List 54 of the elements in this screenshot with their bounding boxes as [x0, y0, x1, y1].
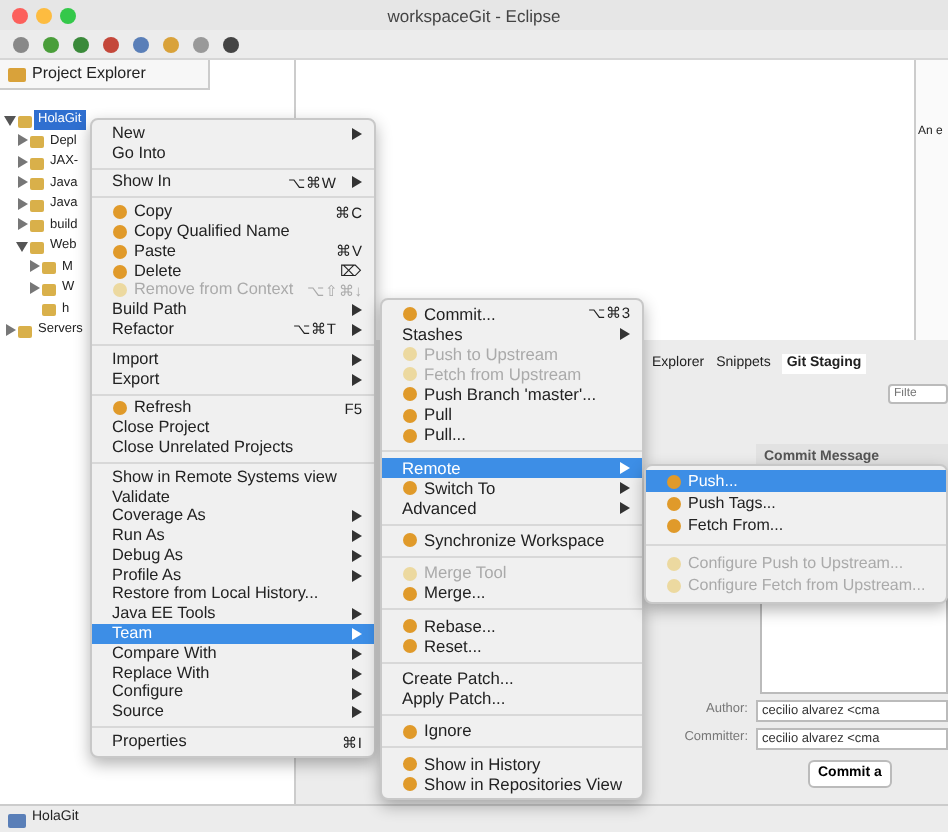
menu-item[interactable]: Push Tags...	[646, 492, 946, 516]
menu-item[interactable]: New	[92, 124, 374, 144]
menu-item[interactable]: Synchronize Workspace	[382, 530, 642, 551]
menu-item[interactable]: Pull...	[382, 425, 642, 446]
menu-item[interactable]: Push Branch 'master'...	[382, 384, 642, 405]
menu-item[interactable]: Validate	[92, 487, 374, 508]
collapsed-arrow-icon[interactable]	[28, 260, 40, 275]
menu-item[interactable]: Build Path	[92, 300, 374, 321]
menu-item[interactable]: Reset...	[382, 636, 642, 657]
menu-item[interactable]: Run As	[92, 526, 374, 547]
folder-icon	[8, 66, 26, 82]
collapsed-arrow-icon[interactable]	[16, 155, 28, 170]
expanded-arrow-icon[interactable]	[16, 239, 28, 254]
menu-item[interactable]: Import	[92, 349, 374, 370]
menu-item[interactable]: Show in Repositories View	[382, 774, 642, 795]
circle-icon[interactable]	[132, 35, 150, 53]
collapsed-arrow-icon[interactable]	[16, 134, 28, 149]
menu-item[interactable]: Close Unrelated Projects	[92, 438, 374, 458]
menu-item[interactable]: Show in History	[382, 754, 642, 775]
menu-item[interactable]: Apply Patch...	[382, 688, 642, 710]
menu-item[interactable]: Go Into	[92, 143, 374, 164]
project-icon	[8, 811, 26, 827]
menu-item[interactable]: Debug As	[92, 546, 374, 566]
menu-item[interactable]: Replace With	[92, 663, 374, 684]
menu-item[interactable]: Compare With	[92, 644, 374, 664]
menu-item[interactable]: Ignore	[382, 721, 642, 742]
project-explorer-tab[interactable]: Project Explorer	[0, 60, 210, 90]
menu-item[interactable]: Copy Qualified Name	[92, 222, 374, 242]
menu-item[interactable]: Advanced	[382, 498, 642, 519]
commit-message-field[interactable]	[760, 597, 948, 693]
menu-item[interactable]: Pull	[382, 404, 642, 426]
menu-item[interactable]: Merge...	[382, 583, 642, 604]
menu-item[interactable]: Stashes	[382, 324, 642, 345]
circle-icon[interactable]	[222, 35, 240, 53]
menu-item[interactable]: Fetch From...	[646, 515, 946, 539]
close-button[interactable]	[12, 7, 28, 23]
collapsed-arrow-icon[interactable]	[4, 323, 16, 338]
circle-icon[interactable]	[102, 35, 120, 53]
menu-item[interactable]: Show in Remote Systems view	[92, 467, 374, 488]
menu-item[interactable]: Configure	[92, 683, 374, 704]
menu-item[interactable]: Profile As	[92, 565, 374, 586]
menu-item[interactable]: Restore from Local History...	[92, 585, 374, 606]
circle-icon[interactable]	[72, 35, 90, 53]
menu-item[interactable]: Close Project	[92, 418, 374, 439]
collapsed-arrow-icon[interactable]	[16, 197, 28, 212]
collapsed-arrow-icon[interactable]	[16, 176, 28, 191]
menu-item[interactable]: Switch To	[382, 477, 642, 499]
collapsed-arrow-icon[interactable]	[16, 218, 28, 233]
window-title: workspaceGit - Eclipse	[387, 6, 561, 26]
expanded-arrow-icon[interactable]	[4, 113, 16, 128]
collapsed-arrow-icon[interactable]	[28, 281, 40, 296]
menu-item[interactable]: Create Patch...	[382, 668, 642, 689]
menu-item[interactable]: Coverage As	[92, 507, 374, 527]
menu-item[interactable]: Rebase...	[382, 615, 642, 637]
